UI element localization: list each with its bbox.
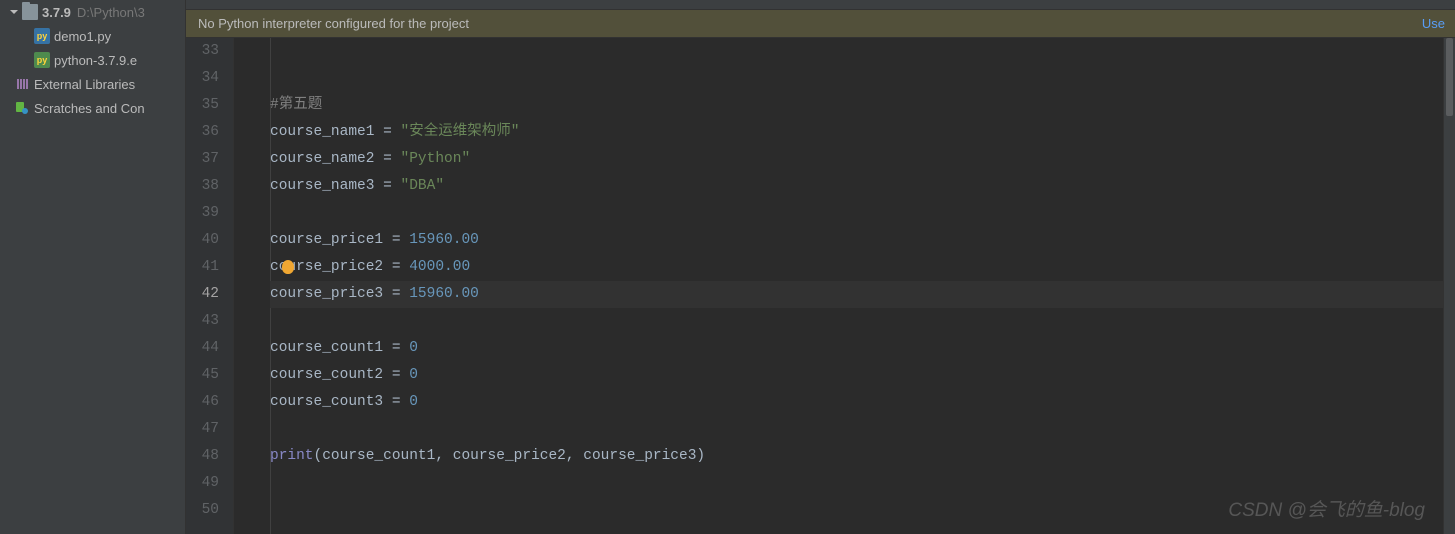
- external-libraries-row[interactable]: External Libraries: [0, 72, 185, 96]
- line-number[interactable]: 35: [186, 92, 219, 119]
- token-str: "DBA": [401, 178, 445, 194]
- code-line[interactable]: #第五题: [270, 92, 1455, 119]
- token-num: 0: [409, 394, 418, 410]
- code-line[interactable]: [270, 65, 1455, 92]
- token-id: course_price3): [583, 448, 705, 464]
- token-num: 4000.00: [409, 259, 470, 275]
- code-line[interactable]: [270, 200, 1455, 227]
- python-file-icon: py: [34, 52, 50, 68]
- file-row-demo1[interactable]: py demo1.py: [0, 24, 185, 48]
- library-icon: [14, 76, 30, 92]
- line-number[interactable]: 46: [186, 389, 219, 416]
- token-str: "Python": [401, 151, 471, 167]
- token-cm: #第五题: [270, 97, 322, 113]
- token-op: =: [392, 259, 409, 275]
- editor-tabs[interactable]: [186, 0, 1455, 10]
- scrollbar-thumb[interactable]: [1446, 38, 1453, 116]
- token-op: =: [383, 178, 400, 194]
- line-gutter[interactable]: 333435363738394041424344454647484950: [186, 38, 234, 534]
- code-line[interactable]: [270, 38, 1455, 65]
- line-number[interactable]: 33: [186, 38, 219, 65]
- token-fn: print: [270, 448, 314, 464]
- code-content[interactable]: #第五题course_name1 = "安全运维架构师"course_name2…: [234, 38, 1455, 534]
- line-number[interactable]: 42: [186, 281, 219, 308]
- code-line[interactable]: course_price2 = 4000.00: [270, 254, 1455, 281]
- scratches-icon: [14, 100, 30, 116]
- ide-root: 3.7.9 D:\Python\3 py demo1.py py python-…: [0, 0, 1455, 534]
- token-op: =: [392, 286, 409, 302]
- code-line[interactable]: course_price3 = 15960.00: [270, 281, 1455, 308]
- token-id: course_count3: [270, 394, 392, 410]
- token-id: course_price3: [270, 286, 392, 302]
- line-number[interactable]: 50: [186, 497, 219, 524]
- code-editor[interactable]: 333435363738394041424344454647484950 #第五…: [186, 38, 1455, 534]
- code-line[interactable]: course_name3 = "DBA": [270, 173, 1455, 200]
- code-line[interactable]: course_name1 = "安全运维架构师": [270, 119, 1455, 146]
- lightbulb-icon[interactable]: [282, 260, 294, 274]
- token-num: 0: [409, 340, 418, 356]
- line-number[interactable]: 37: [186, 146, 219, 173]
- token-op: =: [392, 367, 409, 383]
- file-label: demo1.py: [54, 29, 111, 44]
- token-id: course_name2: [270, 151, 383, 167]
- line-number[interactable]: 38: [186, 173, 219, 200]
- token-str: "安全运维架构师": [401, 124, 520, 140]
- code-line[interactable]: course_count1 = 0: [270, 335, 1455, 362]
- file-row-python379[interactable]: py python-3.7.9.e: [0, 48, 185, 72]
- token-op: =: [383, 151, 400, 167]
- project-sidebar[interactable]: 3.7.9 D:\Python\3 py demo1.py py python-…: [0, 0, 186, 534]
- code-line[interactable]: [270, 497, 1455, 524]
- token-id: course_price1: [270, 232, 392, 248]
- code-line[interactable]: course_price1 = 15960.00: [270, 227, 1455, 254]
- token-op: ,: [566, 448, 583, 464]
- folder-icon: [22, 4, 38, 20]
- project-root-label: 3.7.9: [42, 5, 71, 20]
- token-num: 0: [409, 367, 418, 383]
- code-line[interactable]: [270, 416, 1455, 443]
- token-op: (course_count1: [314, 448, 436, 464]
- external-libraries-label: External Libraries: [34, 77, 135, 92]
- line-number[interactable]: 48: [186, 443, 219, 470]
- line-number[interactable]: 34: [186, 65, 219, 92]
- code-line[interactable]: course_count2 = 0: [270, 362, 1455, 389]
- line-number[interactable]: 49: [186, 470, 219, 497]
- token-num: 15960.00: [409, 232, 479, 248]
- scratches-label: Scratches and Con: [34, 101, 145, 116]
- code-line[interactable]: course_name2 = "Python": [270, 146, 1455, 173]
- token-id: course_price2: [453, 448, 566, 464]
- chevron-down-icon[interactable]: [8, 6, 20, 18]
- token-op: =: [392, 232, 409, 248]
- code-line[interactable]: course_count3 = 0: [270, 389, 1455, 416]
- token-op: ,: [435, 448, 452, 464]
- token-op: =: [383, 124, 400, 140]
- warning-message: No Python interpreter configured for the…: [198, 16, 469, 31]
- line-number[interactable]: 36: [186, 119, 219, 146]
- token-num: 15960.00: [409, 286, 479, 302]
- configure-interpreter-link[interactable]: Use: [1422, 16, 1445, 31]
- token-op: =: [392, 394, 409, 410]
- scratches-row[interactable]: Scratches and Con: [0, 96, 185, 120]
- code-line[interactable]: [270, 470, 1455, 497]
- vertical-scrollbar[interactable]: [1443, 38, 1455, 534]
- line-number[interactable]: 40: [186, 227, 219, 254]
- token-op: =: [392, 340, 409, 356]
- python-file-icon: py: [34, 28, 50, 44]
- line-number[interactable]: 45: [186, 362, 219, 389]
- token-id: course_count1: [270, 340, 392, 356]
- code-line[interactable]: [270, 308, 1455, 335]
- token-id: course_count2: [270, 367, 392, 383]
- line-number[interactable]: 43: [186, 308, 219, 335]
- line-number[interactable]: 44: [186, 335, 219, 362]
- file-label: python-3.7.9.e: [54, 53, 137, 68]
- code-line[interactable]: print(course_count1, course_price2, cour…: [270, 443, 1455, 470]
- token-id: course_name1: [270, 124, 383, 140]
- line-number[interactable]: 39: [186, 200, 219, 227]
- project-root-row[interactable]: 3.7.9 D:\Python\3: [0, 0, 185, 24]
- line-number[interactable]: 41: [186, 254, 219, 281]
- line-number[interactable]: 47: [186, 416, 219, 443]
- token-id: course_name3: [270, 178, 383, 194]
- interpreter-warning-banner: No Python interpreter configured for the…: [186, 10, 1455, 38]
- editor-area: No Python interpreter configured for the…: [186, 0, 1455, 534]
- project-root-path: D:\Python\3: [77, 5, 145, 20]
